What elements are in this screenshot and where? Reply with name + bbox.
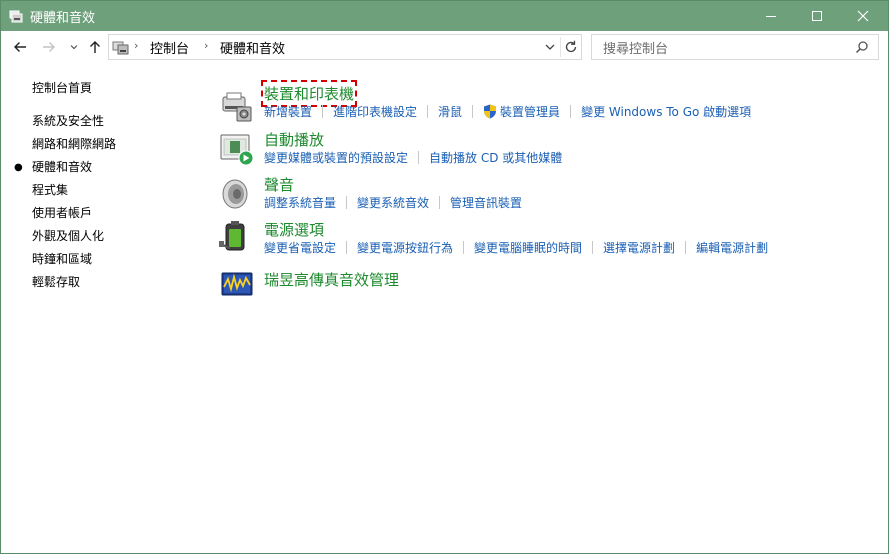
- navigation-bar: › 控制台 › 硬體和音效 搜尋控制台: [1, 31, 888, 63]
- link-change-battery-settings[interactable]: 變更省電設定: [264, 239, 336, 256]
- minimize-icon: [766, 16, 776, 17]
- up-button[interactable]: [87, 39, 103, 55]
- devices-printers-links: 新增裝置 進階印表機設定 滑鼠 裝置管理員 變更 Windows To Go 啟…: [264, 103, 751, 119]
- link-adjust-volume[interactable]: 調整系統音量: [264, 194, 336, 211]
- autoplay-icon[interactable]: [219, 131, 255, 167]
- chevron-down-icon[interactable]: [543, 40, 557, 54]
- breadcrumb-separator[interactable]: ›: [134, 39, 138, 52]
- link-add-device[interactable]: 新增裝置: [264, 103, 312, 120]
- link-manage-audio-devices[interactable]: 管理音訊裝置: [450, 194, 522, 211]
- link-choose-power-plan[interactable]: 選擇電源計劃: [603, 239, 675, 256]
- minimize-button[interactable]: [748, 1, 794, 31]
- sidebar-item-programs[interactable]: 程式集: [32, 181, 68, 198]
- close-button[interactable]: [840, 1, 886, 31]
- uac-shield-icon: [484, 104, 497, 118]
- battery-icon[interactable]: [219, 220, 255, 256]
- link-separator: [427, 104, 429, 118]
- maximize-button[interactable]: [794, 1, 840, 31]
- link-separator: [472, 104, 474, 118]
- breadcrumb-control-panel[interactable]: 控制台: [150, 38, 189, 57]
- link-power-button-behavior[interactable]: 變更電源按鈕行為: [357, 239, 453, 256]
- printer-icon[interactable]: [219, 89, 255, 125]
- hardware-sound-icon: [9, 10, 23, 23]
- sidebar-item-hardware-sound: 硬體和音效: [32, 160, 93, 174]
- link-separator: [592, 240, 594, 254]
- back-arrow-icon: [14, 42, 26, 52]
- category-sound[interactable]: 聲音: [264, 174, 294, 195]
- link-device-manager[interactable]: 裝置管理員: [500, 103, 560, 120]
- current-page-bullet: ●: [14, 162, 23, 173]
- autoplay-links: 變更媒體或裝置的預設設定 自動播放 CD 或其他媒體: [264, 149, 562, 165]
- sidebar-item-ease-of-access[interactable]: 輕鬆存取: [32, 273, 80, 290]
- link-advanced-printer-setup[interactable]: 進階印表機設定: [333, 103, 417, 120]
- sidebar-item-system-security[interactable]: 系統及安全性: [32, 112, 104, 129]
- category-autoplay[interactable]: 自動播放: [264, 129, 324, 150]
- speaker-icon[interactable]: [219, 176, 255, 212]
- search-input[interactable]: 搜尋控制台: [603, 38, 668, 57]
- divider: [560, 37, 561, 57]
- sidebar-item-control-panel-home[interactable]: 控制台首頁: [32, 79, 92, 96]
- realtek-audio-icon[interactable]: [219, 267, 255, 303]
- sidebar-item-user-accounts[interactable]: 使用者帳戶: [32, 204, 92, 221]
- maximize-icon: [812, 11, 822, 21]
- sidebar-item-clock-region[interactable]: 時鐘和區域: [32, 250, 92, 267]
- recent-locations-button[interactable]: [66, 39, 82, 55]
- control-panel-window: 硬體和音效 › 控制台 › 硬體和音效 搜尋控制台 控制台首頁 系統及安全性 網…: [0, 0, 889, 554]
- power-options-links: 變更省電設定 變更電源按鈕行為 變更電腦睡眠的時間 選擇電源計劃 編輯電源計劃: [264, 239, 768, 255]
- link-separator: [570, 104, 572, 118]
- link-edit-power-plan[interactable]: 編輯電源計劃: [696, 239, 768, 256]
- category-power-options[interactable]: 電源選項: [264, 219, 324, 240]
- link-separator: [439, 195, 441, 209]
- title-bar[interactable]: 硬體和音效: [1, 1, 888, 31]
- forward-arrow-icon: [43, 42, 55, 52]
- sidebar-item-network-internet[interactable]: 網路和網際網路: [32, 135, 116, 152]
- sidebar-item-appearance[interactable]: 外觀及個人化: [32, 227, 104, 244]
- link-separator: [346, 240, 348, 254]
- breadcrumb-hardware-sound[interactable]: 硬體和音效: [220, 38, 285, 57]
- control-panel-icon: [112, 41, 129, 55]
- link-mouse[interactable]: 滑鼠: [438, 103, 462, 120]
- refresh-icon[interactable]: [563, 39, 579, 55]
- link-sleep-time[interactable]: 變更電腦睡眠的時間: [474, 239, 582, 256]
- link-separator: [463, 240, 465, 254]
- link-windows-to-go[interactable]: 變更 Windows To Go 啟動選項: [581, 103, 751, 120]
- link-separator: [346, 195, 348, 209]
- window-title: 硬體和音效: [30, 11, 96, 26]
- category-devices-printers[interactable]: 裝置和印表機: [260, 80, 358, 107]
- link-change-sounds[interactable]: 變更系統音效: [357, 194, 429, 211]
- sound-links: 調整系統音量 變更系統音效 管理音訊裝置: [264, 194, 522, 210]
- address-bar[interactable]: › 控制台 › 硬體和音效: [108, 34, 582, 60]
- search-box[interactable]: 搜尋控制台: [591, 34, 879, 60]
- link-separator: [322, 104, 324, 118]
- forward-button[interactable]: [41, 39, 57, 55]
- search-icon[interactable]: [855, 40, 869, 54]
- up-arrow-icon: [90, 41, 100, 53]
- category-realtek-audio-manager[interactable]: 瑞昱高傳真音效管理: [264, 269, 399, 290]
- chevron-down-icon: [70, 45, 78, 50]
- breadcrumb-separator[interactable]: ›: [204, 39, 208, 52]
- link-separator: [418, 150, 420, 164]
- link-change-media-defaults[interactable]: 變更媒體或裝置的預設設定: [264, 149, 408, 166]
- link-autoplay-cd[interactable]: 自動播放 CD 或其他媒體: [429, 149, 562, 166]
- link-separator: [685, 240, 687, 254]
- close-icon: [857, 10, 869, 22]
- back-button[interactable]: [12, 39, 28, 55]
